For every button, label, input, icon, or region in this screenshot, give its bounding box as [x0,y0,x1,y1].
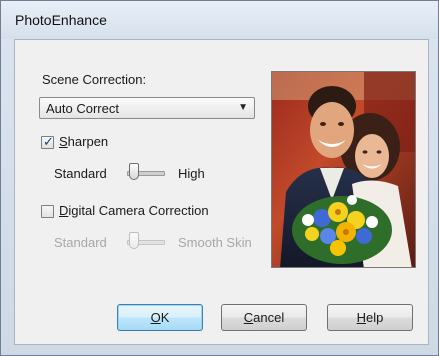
preview-photo [271,71,416,268]
sharpen-label-text: harpen [67,134,109,149]
checkmark-icon: ✓ [43,134,54,149]
digital-camera-label-text: igital Camera Correction [68,203,209,218]
sharpen-min-label: Standard [54,166,107,181]
sharpen-checkbox[interactable]: ✓ [41,134,54,149]
sharpen-label-mnemonic: S [59,134,68,149]
cancel-mnemonic: C [243,310,254,325]
sharpen-slider[interactable] [127,163,167,181]
ok-button[interactable]: OK [117,304,203,331]
ok-text: K [160,310,170,325]
help-text: elp [366,310,384,325]
sharpen-slider-thumb[interactable] [129,163,139,180]
title-bar[interactable]: PhotoEnhance [1,1,438,39]
digital-camera-checkbox[interactable] [41,205,54,218]
ok-mnemonic: O [150,310,161,325]
digital-camera-slider-thumb[interactable] [129,232,139,249]
cancel-button[interactable]: Cancel [221,304,307,331]
digital-camera-max-label: Smooth Skin [178,235,252,250]
digital-camera-slider[interactable] [127,232,167,250]
cancel-text: ancel [253,310,285,325]
sharpen-label[interactable]: Sharpen [59,134,108,149]
digital-camera-label-mnemonic: D [59,203,69,218]
dialog-body: Scene Correction: Auto Correct ▼ ✓ Sharp… [14,39,429,345]
scene-correction-label: Scene Correction: [42,72,147,87]
digital-camera-label[interactable]: Digital Camera Correction [59,203,209,218]
help-button[interactable]: Help [327,304,413,331]
window-title: PhotoEnhance [15,12,107,28]
scene-correction-value: Auto Correct [46,101,119,116]
digital-camera-min-label: Standard [54,235,107,250]
chevron-down-icon: ▼ [238,102,248,113]
scene-correction-dropdown[interactable]: Auto Correct ▼ [39,97,255,119]
help-mnemonic: H [356,310,367,325]
sharpen-max-label: High [178,166,205,181]
photoenhance-dialog: PhotoEnhance Scene Correction: Auto Corr… [0,0,439,356]
